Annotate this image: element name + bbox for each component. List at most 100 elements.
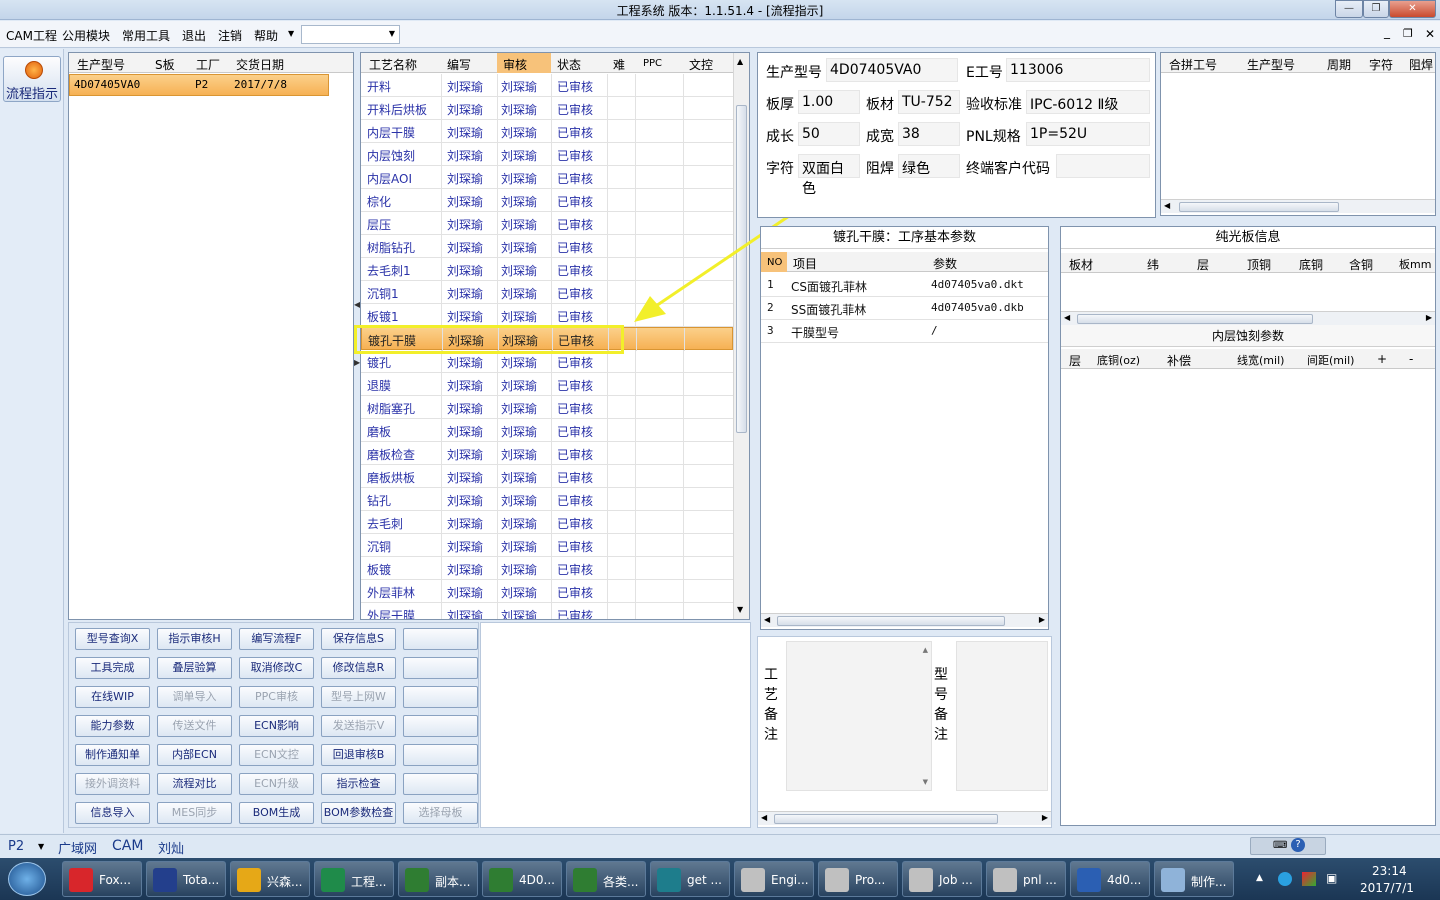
scroll-down-icon[interactable]: ▼ <box>737 605 743 614</box>
table-row[interactable]: 去毛刺 刘琛瑜 刘琛瑜 已审核 <box>361 511 733 534</box>
action-button-2-4[interactable] <box>403 686 478 708</box>
table-row[interactable]: 沉铜 刘琛瑜 刘琛瑜 已审核 <box>361 534 733 557</box>
col-inner-cu[interactable]: 底铜(oz) <box>1097 352 1140 368</box>
mask-field[interactable]: 绿色 <box>898 154 960 178</box>
taskbar-item[interactable]: 4D0... <box>482 861 562 897</box>
toolbar-combo[interactable]: ▼ <box>301 25 400 44</box>
restore-button[interactable]: ❐ <box>1363 0 1389 18</box>
start-button[interactable] <box>8 862 46 896</box>
action-button-2-0[interactable]: 在线WIP <box>75 686 150 708</box>
language-bar[interactable]: ⌨ ? <box>1250 837 1326 855</box>
col-inner-minus[interactable]: - <box>1409 352 1413 366</box>
action-button-0-3[interactable]: 保存信息S <box>321 628 396 650</box>
col-bare-mat[interactable]: 板材 <box>1069 256 1093 273</box>
action-button-4-0[interactable]: 制作通知单 <box>75 744 150 766</box>
action-button-4-4[interactable] <box>403 744 478 766</box>
network-icon[interactable]: ▣ <box>1326 871 1337 885</box>
col-merge-no[interactable]: 合拼工号 <box>1169 56 1217 73</box>
table-row[interactable]: 内层干膜 刘琛瑜 刘琛瑜 已审核 <box>361 120 733 143</box>
action-button-5-3[interactable]: 指示检查 <box>321 773 396 795</box>
scroll-right-icon[interactable]: ▶ <box>1039 615 1045 624</box>
taskbar-item[interactable]: Job ... <box>902 861 982 897</box>
action-button-0-0[interactable]: 型号查询X <box>75 628 150 650</box>
col-writer[interactable]: 编写 <box>447 56 471 73</box>
action-button-3-3[interactable]: 发送指示V <box>321 715 396 737</box>
col-bare-mm[interactable]: 板mm <box>1399 256 1431 272</box>
tray-app-icon[interactable] <box>1278 872 1292 886</box>
taskbar-item[interactable]: 制作... <box>1154 861 1234 897</box>
action-button-6-4[interactable]: 选择母板 <box>403 802 478 824</box>
col-doc[interactable]: 文控 <box>689 56 713 73</box>
table-row[interactable]: 外层干膜 刘琛瑜 刘琛瑜 已审核 <box>361 603 733 619</box>
help-icon[interactable]: ? <box>1291 838 1305 852</box>
table-row[interactable]: 板镀 刘琛瑜 刘琛瑜 已审核 <box>361 557 733 580</box>
table-row[interactable]: 磨板烘板 刘琛瑜 刘琛瑜 已审核 <box>361 465 733 488</box>
taskbar-item[interactable]: Pro... <box>818 861 898 897</box>
col-inner-space[interactable]: 间距(mil) <box>1307 352 1354 368</box>
table-row[interactable]: 树脂塞孔 刘琛瑜 刘琛瑜 已审核 <box>361 396 733 419</box>
col-cycle[interactable]: 周期 <box>1327 56 1351 73</box>
action-button-5-1[interactable]: 流程对比 <box>157 773 232 795</box>
wid-field[interactable]: 38 <box>898 122 960 146</box>
action-button-2-3[interactable]: 型号上网W <box>321 686 396 708</box>
col-factory[interactable]: 工厂 <box>196 56 220 73</box>
mat-field[interactable]: TU-752 <box>898 90 960 114</box>
minimize-button[interactable]: — <box>1335 0 1363 18</box>
action-button-1-3[interactable]: 修改信息R <box>321 657 396 679</box>
factory-select[interactable]: P2 <box>8 839 24 854</box>
action-button-0-2[interactable]: 编写流程F <box>239 628 314 650</box>
taskbar-item[interactable]: Engi... <box>734 861 814 897</box>
scroll-left-icon[interactable]: ◀ <box>1164 201 1170 210</box>
table-row[interactable]: 磨板 刘琛瑜 刘琛瑜 已审核 <box>361 419 733 442</box>
menu-exit[interactable]: 退出 <box>182 27 206 44</box>
taskbar-item[interactable]: 副本... <box>398 861 478 897</box>
thick-field[interactable]: 1.00 <box>798 90 860 114</box>
pnl-field[interactable]: 1P=52U <box>1026 122 1150 146</box>
action-button-6-3[interactable]: BOM参数检查 <box>321 802 396 824</box>
col-ppc[interactable]: PPC <box>643 58 662 69</box>
scroll-left-icon[interactable]: ◀ <box>761 813 767 822</box>
bare-hscroll[interactable]: ◀ ▶ <box>1061 311 1435 325</box>
scroll-right-icon[interactable]: ▶ <box>1042 813 1048 822</box>
action-button-4-2[interactable]: ECN文控 <box>239 744 314 766</box>
taskbar-item[interactable]: 工程... <box>314 861 394 897</box>
scroll-thumb[interactable] <box>1179 202 1339 212</box>
table-row[interactable]: 3 干膜型号 / <box>761 320 1048 343</box>
col-process-name[interactable]: 工艺名称 <box>369 56 417 73</box>
chevron-down-icon[interactable]: ▼ <box>38 842 44 851</box>
len-field[interactable]: 50 <box>798 122 860 146</box>
action-button-2-1[interactable]: 调单导入 <box>157 686 232 708</box>
scroll-thumb[interactable] <box>774 814 998 824</box>
scroll-up-icon[interactable]: ▲ <box>923 646 928 654</box>
col-mask[interactable]: 阻焊 <box>1409 56 1433 73</box>
remarks-hscroll[interactable]: ◀ ▶ <box>758 811 1051 825</box>
action-button-1-1[interactable]: 叠层验算 <box>157 657 232 679</box>
col-param[interactable]: 参数 <box>933 255 957 272</box>
action-button-6-1[interactable]: MES同步 <box>157 802 232 824</box>
mdi-restore-icon[interactable]: ❐ <box>1403 27 1413 40</box>
clock-time[interactable]: 23:14 <box>1372 864 1407 878</box>
col-no[interactable]: NO <box>767 257 782 268</box>
col-inner-comp[interactable]: 补偿 <box>1167 352 1191 369</box>
action-button-3-0[interactable]: 能力参数 <box>75 715 150 737</box>
action-button-5-2[interactable]: ECN升级 <box>239 773 314 795</box>
col-inner-layer[interactable]: 层 <box>1069 352 1081 369</box>
e-field[interactable]: 113006 <box>1006 58 1150 82</box>
std-field[interactable]: IPC-6012 Ⅱ级 <box>1026 90 1150 114</box>
proc-remark-field[interactable]: ▲ ▼ <box>786 641 932 791</box>
taskbar-item[interactable]: 兴森... <box>230 861 310 897</box>
mdi-close-icon[interactable]: ✕ <box>1425 27 1435 41</box>
menu-cam[interactable]: CAM工程 <box>6 27 57 44</box>
table-row[interactable]: 钻孔 刘琛瑜 刘琛瑜 已审核 <box>361 488 733 511</box>
col-bare-weft[interactable]: 纬 <box>1147 256 1159 273</box>
action-button-1-0[interactable]: 工具完成 <box>75 657 150 679</box>
scroll-up-icon[interactable]: ▲ <box>737 57 743 66</box>
col-s[interactable]: S板 <box>155 56 175 73</box>
table-row[interactable]: 2 SS面镀孔菲林 4d07405va0.dkb <box>761 297 1048 320</box>
params-hscroll[interactable]: ◀ ▶ <box>761 613 1048 627</box>
chevron-down-icon[interactable]: ▼ <box>288 29 294 38</box>
table-row[interactable]: 1 CS面镀孔菲林 4d07405va0.dkt <box>761 274 1048 297</box>
cust-field[interactable] <box>1056 154 1150 178</box>
col-bare-bottom[interactable]: 底铜 <box>1299 256 1323 273</box>
close-button[interactable]: ✕ <box>1389 0 1436 18</box>
